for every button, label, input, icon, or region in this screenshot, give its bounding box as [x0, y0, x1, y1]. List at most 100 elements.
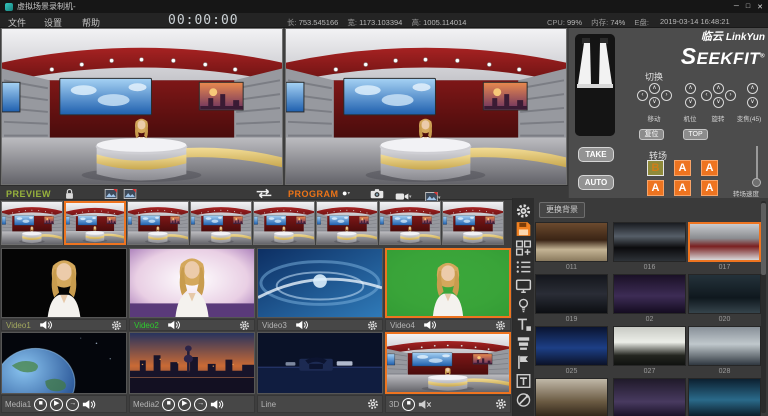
video2-thumbnail[interactable]	[129, 248, 255, 318]
camera-angle-6[interactable]	[316, 201, 378, 245]
record-icon[interactable]: ●▾	[342, 188, 350, 198]
lock-icon[interactable]	[64, 188, 75, 200]
camera-angle-row	[1, 201, 504, 245]
snapshot-image-alt-icon[interactable]	[123, 189, 137, 199]
scene-tile-020[interactable]	[688, 274, 761, 314]
media2-thumbnail[interactable]	[129, 332, 255, 394]
chevron-down-icon[interactable]: ∨	[713, 97, 724, 108]
chevron-left-icon[interactable]: ‹	[701, 90, 712, 101]
camera-angle-8[interactable]	[442, 201, 504, 245]
speaker-muted-icon[interactable]	[418, 399, 432, 410]
chevron-down-icon[interactable]: ∨	[685, 97, 696, 108]
gear-icon[interactable]	[495, 320, 506, 331]
gear-icon[interactable]	[367, 320, 378, 331]
chevron-down-icon[interactable]: ∨	[747, 97, 758, 108]
chevron-up-icon[interactable]: ∧	[685, 83, 696, 94]
text-tool-icon[interactable]	[515, 316, 532, 332]
camera-icon[interactable]	[370, 188, 384, 199]
speaker-icon[interactable]	[423, 320, 437, 330]
change-background-tab[interactable]: 更换背景	[539, 202, 585, 218]
swap-preview-program-icon[interactable]	[252, 188, 276, 199]
video3-thumbnail[interactable]	[257, 248, 383, 318]
minimize-button[interactable]: ─	[734, 3, 739, 11]
layout-grid-icon[interactable]	[515, 240, 532, 256]
reset-button[interactable]: 复位	[639, 129, 664, 140]
scene-tile-02[interactable]	[613, 274, 686, 314]
speaker-icon[interactable]	[295, 320, 309, 330]
transition-button-a4[interactable]: A	[674, 180, 691, 196]
line-thumbnail[interactable]	[257, 332, 383, 394]
media1-thumbnail[interactable]	[1, 332, 127, 394]
gear-icon[interactable]	[367, 398, 379, 410]
datetime-display: 2019-03-14 16:48:21	[660, 17, 730, 26]
loop-button[interactable]: →	[194, 398, 207, 411]
scrollbar-thumb[interactable]	[761, 203, 766, 275]
chevron-up-icon[interactable]: ∧	[649, 83, 660, 94]
3d-output-thumbnail[interactable]	[385, 332, 511, 394]
scene-tile-partial-3[interactable]	[688, 378, 761, 416]
scene-tile-partial-2[interactable]	[613, 378, 686, 416]
scene-tile-028[interactable]	[688, 326, 761, 366]
gallery-scrollbar[interactable]	[761, 201, 766, 413]
speaker-icon[interactable]	[167, 320, 181, 330]
bulb-icon[interactable]	[515, 297, 532, 313]
camera-angle-7[interactable]	[379, 201, 441, 245]
stop-button[interactable]: ■	[34, 398, 47, 411]
loop-button[interactable]: →	[66, 398, 79, 411]
list-icon[interactable]	[515, 259, 532, 275]
play-button[interactable]: ▶	[50, 398, 63, 411]
speaker-icon[interactable]	[210, 399, 224, 410]
transition-button-b[interactable]: B	[647, 160, 664, 176]
text-box-icon[interactable]	[515, 373, 532, 389]
settings-gear-icon[interactable]	[515, 203, 532, 219]
monitor-icon[interactable]	[515, 278, 532, 294]
video1-thumbnail[interactable]	[1, 248, 127, 318]
maximize-button[interactable]: □	[746, 3, 750, 11]
top-button[interactable]: TOP	[683, 129, 708, 140]
height-value: 1005.114014	[423, 18, 466, 27]
t-bar-fader[interactable]	[575, 34, 615, 136]
chevron-up-icon[interactable]: ∧	[713, 83, 724, 94]
flag-icon[interactable]	[515, 354, 532, 370]
scene-tile-partial-1[interactable]	[535, 378, 608, 416]
speaker-icon[interactable]	[82, 399, 96, 410]
video4-thumbnail[interactable]	[385, 248, 511, 318]
scene-tile-019[interactable]	[535, 274, 608, 314]
stop-button[interactable]: ■	[162, 398, 175, 411]
camera-angle-1[interactable]	[1, 201, 63, 245]
snapshot-image-icon[interactable]	[104, 189, 118, 199]
preview-monitor[interactable]	[1, 28, 283, 185]
transition-button-a2[interactable]: A	[701, 160, 718, 176]
scene-tile-016[interactable]	[613, 222, 686, 262]
chevron-up-icon[interactable]: ∧	[747, 83, 758, 94]
chevron-left-icon[interactable]: ‹	[637, 90, 648, 101]
scene-tile-017[interactable]	[688, 222, 761, 262]
slider-thumb[interactable]	[752, 178, 761, 187]
gear-icon[interactable]	[495, 398, 507, 410]
camera-angle-2[interactable]	[64, 201, 126, 245]
close-button[interactable]: ✕	[757, 3, 763, 11]
speaker-icon[interactable]	[39, 320, 53, 330]
auto-button[interactable]: AUTO	[578, 175, 614, 190]
transition-button-a1[interactable]: A	[674, 160, 691, 176]
stop-button[interactable]: ■	[402, 398, 415, 411]
camera-angle-3[interactable]	[127, 201, 189, 245]
transition-button-a5[interactable]: A	[701, 180, 718, 196]
program-monitor[interactable]	[285, 28, 567, 185]
scene-tile-011[interactable]	[535, 222, 608, 262]
gear-icon[interactable]	[111, 320, 122, 331]
camera-angle-4[interactable]	[190, 201, 252, 245]
gear-icon[interactable]	[239, 320, 250, 331]
chevron-down-icon[interactable]: ∨	[649, 97, 660, 108]
transition-button-a3[interactable]: A	[647, 180, 664, 196]
chevron-right-icon[interactable]: ›	[725, 90, 736, 101]
camera-angle-5[interactable]	[253, 201, 315, 245]
take-button[interactable]: TAKE	[578, 147, 614, 162]
save-icon[interactable]	[515, 221, 532, 237]
paint-icon[interactable]	[515, 392, 532, 408]
layers-icon[interactable]	[515, 335, 532, 351]
scene-tile-027[interactable]	[613, 326, 686, 366]
chevron-right-icon[interactable]: ›	[661, 90, 672, 101]
scene-tile-025[interactable]	[535, 326, 608, 366]
play-button[interactable]: ▶	[178, 398, 191, 411]
